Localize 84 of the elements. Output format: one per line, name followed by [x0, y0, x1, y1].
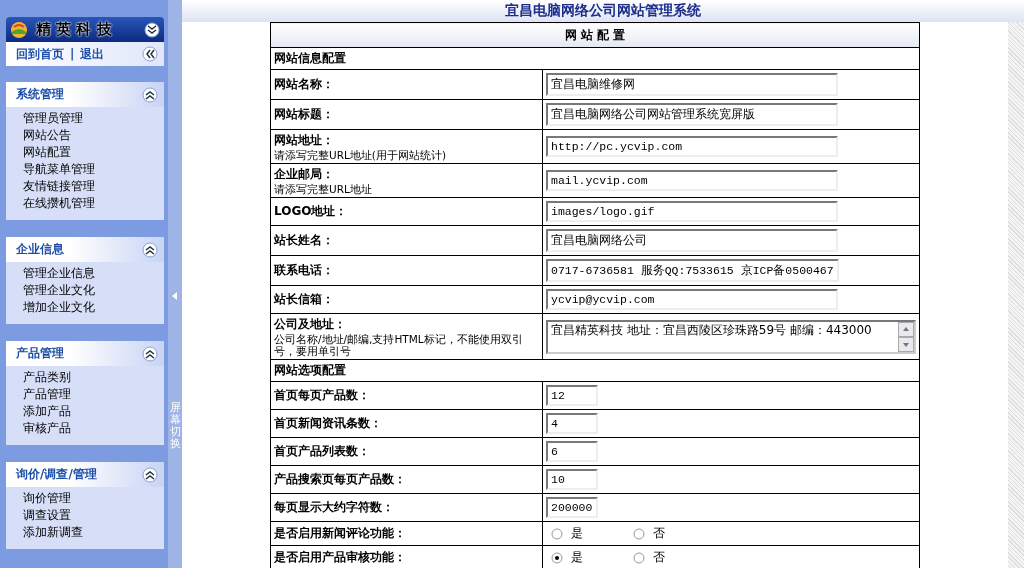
scroll-down-icon[interactable] — [898, 336, 914, 352]
address-textarea[interactable]: 宜昌精英科技 地址：宜昌西陵区珍珠路59号 邮编：443000 — [546, 319, 916, 354]
scroll-up-icon[interactable] — [898, 321, 914, 337]
radio-button-icon[interactable] — [633, 527, 645, 540]
section-heading: 网站选项配置 — [274, 362, 347, 379]
field-hint: 公司名称/地址/邮编,支持HTML标记，不能使用双引号，要用单引号 — [274, 333, 524, 357]
menu-header[interactable]: 产品管理 — [6, 341, 164, 366]
field-label: 网站名称： — [274, 76, 335, 93]
menu-header[interactable]: 企业信息 — [6, 237, 164, 262]
field-label: 首页产品列表数： — [274, 443, 371, 460]
menu-item[interactable]: 添加新调查 — [23, 524, 83, 541]
menu-item[interactable]: 调查设置 — [23, 507, 71, 524]
text-field[interactable]: ycvip@ycvip.com — [546, 289, 838, 310]
number-field[interactable]: 4 — [546, 413, 598, 434]
menu-item[interactable]: 添加产品 — [23, 403, 71, 420]
field-hint: 请添写完整URL地址(用于网站统计) — [274, 149, 448, 161]
table-title: 网 站 配 置 — [270, 22, 920, 48]
menu-item[interactable]: 产品管理 — [23, 386, 71, 403]
menu-title: 系统管理 — [16, 86, 65, 103]
menu-item[interactable]: 在线攒机管理 — [23, 195, 95, 212]
field-label: 首页新闻资讯条数： — [274, 415, 383, 432]
text-field[interactable]: images/logo.gif — [546, 201, 838, 222]
field-label: 是否启用产品审核功能： — [274, 549, 407, 566]
text-field[interactable]: 宜昌电脑网络公司网站管理系统宽屏版 — [546, 103, 838, 126]
field-label: 首页每页产品数： — [274, 387, 371, 404]
radio-button-icon[interactable] — [551, 551, 563, 564]
collapse-icon[interactable] — [142, 46, 158, 62]
field-label: 每页显示大约字符数： — [274, 499, 395, 516]
field-label: 站长信箱： — [274, 291, 335, 308]
field-label: 网站地址： — [274, 132, 335, 149]
number-field[interactable]: 12 — [546, 385, 598, 406]
field-label: 站长姓名： — [274, 232, 335, 249]
radio-button-icon[interactable] — [633, 551, 645, 564]
number-field[interactable]: 200000 — [546, 497, 598, 518]
text-field[interactable]: mail.ycvip.com — [546, 170, 838, 191]
collapse-icon[interactable] — [142, 466, 158, 483]
menu-item[interactable]: 管理企业文化 — [23, 282, 95, 299]
section-heading: 网站信息配置 — [274, 50, 347, 67]
separator: | — [70, 47, 75, 61]
field-label: 企业邮局： — [274, 166, 335, 183]
number-field[interactable]: 10 — [546, 469, 598, 490]
menu-header[interactable]: 询价/调查/管理 — [6, 462, 164, 487]
menu-title: 企业信息 — [16, 241, 65, 258]
field-label: 是否启用新闻评论功能： — [274, 525, 407, 542]
collapse-icon[interactable] — [142, 345, 158, 362]
radio-button-icon[interactable] — [551, 527, 563, 540]
menu-header[interactable]: 系统管理 — [6, 82, 164, 107]
menu-item[interactable]: 审核产品 — [23, 420, 71, 437]
field-label: 公司及地址： — [274, 316, 347, 333]
menu-item[interactable]: 产品类别 — [23, 369, 71, 386]
radio-option[interactable]: 否 — [633, 549, 665, 566]
collapse-icon[interactable] — [142, 241, 158, 258]
field-label: LOGO地址： — [274, 203, 349, 220]
radio-option[interactable]: 是 — [551, 525, 583, 542]
number-field[interactable]: 6 — [546, 441, 598, 462]
collapse-icon[interactable] — [142, 86, 158, 103]
field-label: 网站标题： — [274, 106, 335, 123]
field-hint: 请添写完整URL地址 — [274, 183, 373, 195]
logo-text: 精 英 科 技 — [36, 20, 113, 39]
text-field[interactable]: http://pc.ycvip.com — [546, 136, 838, 157]
menu-title: 产品管理 — [16, 345, 65, 362]
radio-option[interactable]: 是 — [551, 549, 583, 566]
menu-item[interactable]: 管理员管理 — [23, 110, 83, 127]
field-label: 联系电话： — [274, 262, 335, 279]
menu-item[interactable]: 友情链接管理 — [23, 178, 95, 195]
logo-icon — [10, 20, 28, 39]
text-field[interactable]: 0717-6736581 服务QQ:7533615 京ICP备0500467 — [546, 259, 839, 282]
menu-title: 询价/调查/管理 — [16, 466, 98, 483]
menu-item[interactable]: 导航菜单管理 — [23, 161, 95, 178]
nav-link[interactable]: 退出 — [80, 45, 105, 63]
page-title: 宜昌电脑网络公司网站管理系统 — [505, 2, 701, 20]
radio-option[interactable]: 否 — [633, 525, 665, 542]
menu-item[interactable]: 管理企业信息 — [23, 265, 95, 282]
field-label: 产品搜索页每页产品数： — [274, 471, 407, 488]
collapse-icon[interactable] — [144, 21, 160, 38]
menu-item[interactable]: 网站公告 — [23, 127, 71, 144]
menu-item[interactable]: 网站配置 — [23, 144, 71, 161]
splitter-label: 屏幕切换 — [169, 402, 181, 451]
menu-item[interactable]: 增加企业文化 — [23, 299, 95, 316]
text-field[interactable]: 宜昌电脑网络公司 — [546, 229, 838, 252]
menu-item[interactable]: 询价管理 — [23, 490, 71, 507]
scrollbar[interactable] — [1008, 22, 1024, 568]
nav-link[interactable]: 回到首页 — [16, 45, 64, 63]
text-field[interactable]: 宜昌电脑维修网 — [546, 73, 838, 96]
